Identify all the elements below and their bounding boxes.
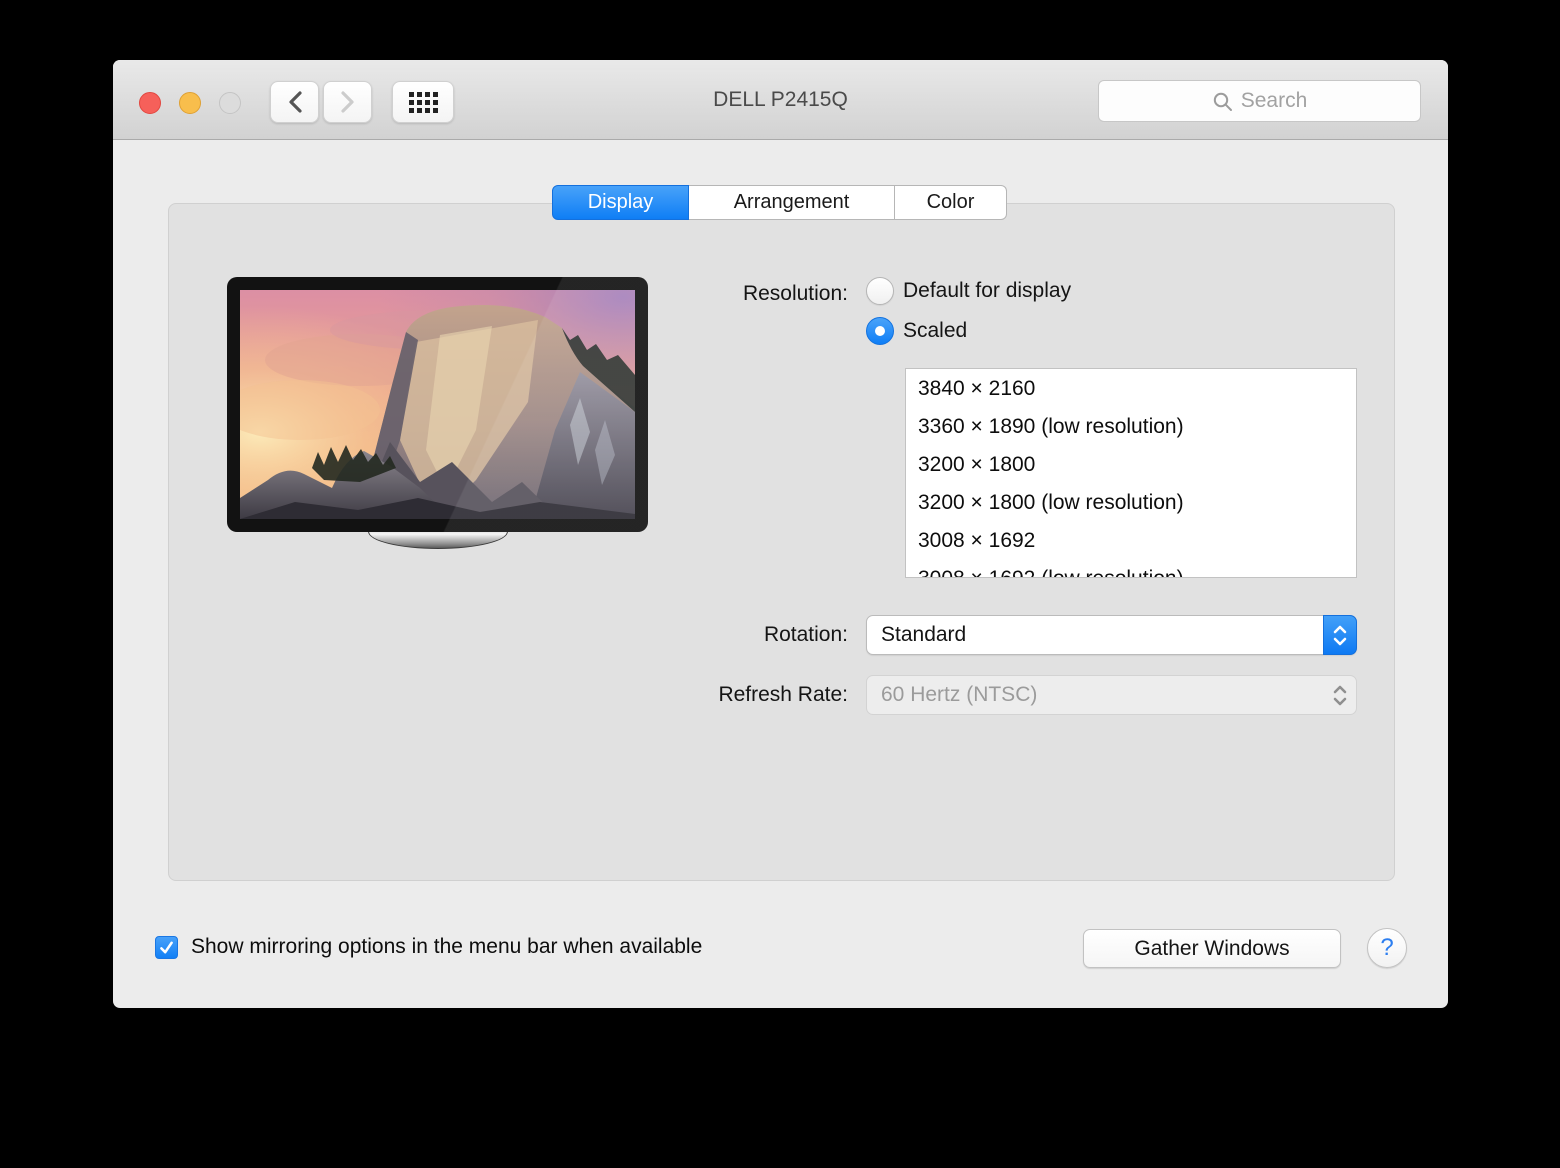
radio-scaled-label[interactable]: Scaled: [903, 317, 967, 345]
checkmark-icon: [158, 939, 175, 956]
tab-color[interactable]: Color: [895, 185, 1007, 220]
refresh-rate-dropdown: 60 Hertz (NTSC): [866, 675, 1357, 715]
search-icon: [1212, 91, 1233, 112]
rotation-dropdown[interactable]: Standard: [866, 615, 1357, 655]
back-button[interactable]: [270, 81, 319, 123]
mirroring-checkbox-label[interactable]: Show mirroring options in the menu bar w…: [191, 934, 702, 960]
resolution-list: 3840 × 2160 3360 × 1890 (low resolution)…: [905, 368, 1357, 578]
resolution-option[interactable]: 3008 × 1692: [906, 522, 1356, 560]
radio-scaled[interactable]: [866, 317, 894, 345]
mirroring-checkbox[interactable]: [155, 936, 178, 959]
forward-button: [323, 81, 372, 123]
resolution-option[interactable]: 3200 × 1800: [906, 446, 1356, 484]
help-button[interactable]: ?: [1367, 928, 1407, 968]
resolution-option[interactable]: 3840 × 2160: [906, 370, 1356, 408]
gather-windows-button[interactable]: Gather Windows: [1083, 929, 1341, 968]
refresh-rate-value: 60 Hertz (NTSC): [881, 676, 1037, 714]
tab-arrangement[interactable]: Arrangement: [689, 185, 895, 220]
monitor-preview: [227, 277, 648, 532]
rotation-label: Rotation:: [548, 615, 848, 655]
show-all-button[interactable]: [392, 81, 454, 123]
up-down-chevrons-disabled-icon: [1323, 675, 1357, 715]
close-button[interactable]: [139, 92, 161, 114]
resolution-option[interactable]: 3360 × 1890 (low resolution): [906, 408, 1356, 446]
chevron-right-icon: [341, 91, 355, 113]
radio-default-label[interactable]: Default for display: [903, 277, 1071, 305]
minimize-button[interactable]: [179, 92, 201, 114]
preferences-window: DELL P2415Q Search Display Arrangement C…: [113, 60, 1448, 1008]
grid-icon: [409, 92, 438, 113]
wallpaper-image: [240, 290, 635, 519]
search-input[interactable]: Search: [1098, 80, 1421, 122]
rotation-value: Standard: [881, 616, 966, 654]
up-down-chevrons-icon: [1323, 615, 1357, 655]
title-bar: DELL P2415Q Search: [113, 60, 1448, 140]
chevron-left-icon: [288, 91, 302, 113]
tab-bar: Display Arrangement Color: [552, 185, 1007, 220]
tab-display[interactable]: Display: [552, 185, 689, 220]
refresh-rate-label: Refresh Rate:: [548, 675, 848, 715]
resolution-option[interactable]: 3008 × 1692 (low resolution): [906, 560, 1356, 578]
zoom-button: [219, 92, 241, 114]
resolution-option[interactable]: 3200 × 1800 (low resolution): [906, 484, 1356, 522]
search-placeholder: Search: [1241, 89, 1308, 113]
radio-default-for-display[interactable]: [866, 277, 894, 305]
